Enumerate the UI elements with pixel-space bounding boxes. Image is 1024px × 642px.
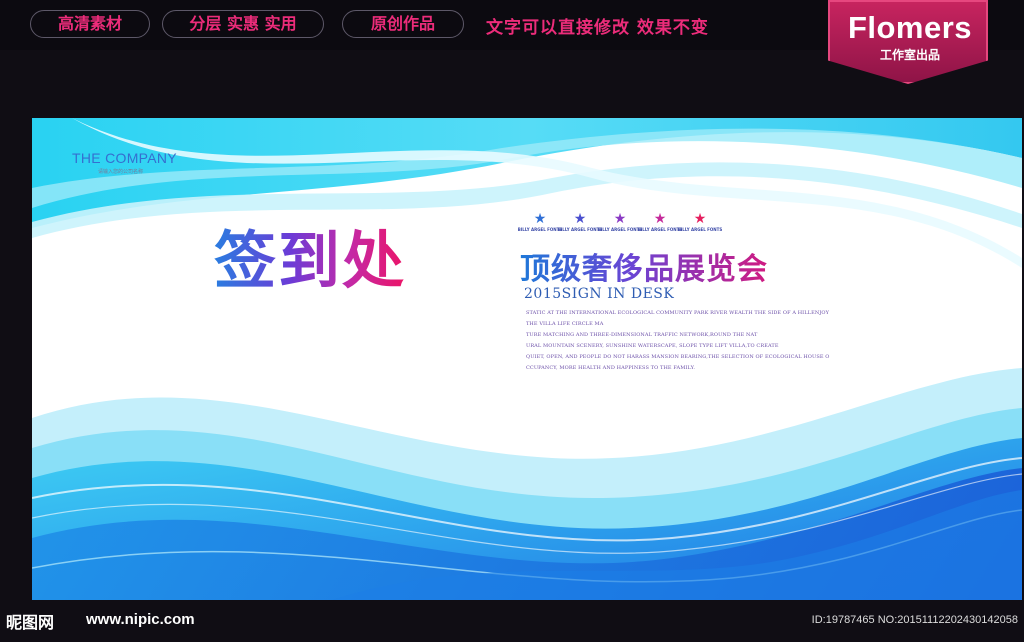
star-label: BILLY ARGEL FONTS	[677, 227, 723, 232]
paragraph-line: THE VILLA LIFE CIRCLE MA	[526, 321, 604, 327]
paragraph-line: STATIC AT THE INTERNATIONAL ECOLOGICAL C…	[526, 310, 830, 316]
watermark-url: www.nipic.com	[86, 611, 195, 628]
sign-in-title: 签到处	[214, 210, 406, 300]
star-badge: ★ BILLY ARGEL FONTS	[676, 212, 724, 232]
paragraph-line: URAL MOUNTAIN SCENERY, SUNSHINE WATERSCA…	[526, 343, 779, 349]
exhibition-title: 顶级奢侈品展览会	[520, 244, 768, 288]
brand-name: Flomers	[847, 10, 973, 45]
paragraph-line: QUIET, OPEN, AND PEOPLE DO NOT HARASS MA…	[526, 354, 830, 360]
company-name: THE COMPANY	[72, 150, 177, 166]
paragraph-line: TURE MATCHING AND THREE-DIMENSIONAL TRAF…	[526, 332, 758, 338]
event-subtitle: 2015SIGN IN DESK	[524, 286, 675, 302]
feature-pill-layered: 分层 实惠 实用	[162, 10, 324, 38]
image-id-text: ID:19787465 NO:20151112202430142058	[811, 614, 1018, 626]
paragraph-line: CCUPANCY, MORE HEALTH AND HAPPINESS TO T…	[526, 365, 696, 371]
star-icon: ★	[693, 211, 707, 227]
brand-badge: Flomers 工作室出品	[828, 0, 988, 84]
feature-pill-original: 原创作品	[342, 10, 464, 38]
brand-subtitle: 工作室出品	[879, 48, 940, 62]
company-subtitle: 请输入您的公司名称	[98, 169, 144, 175]
tagline: 文字可以直接修改 效果不变	[486, 18, 709, 38]
description-paragraph: STATIC AT THE INTERNATIONAL ECOLOGICAL C…	[526, 308, 830, 374]
sign-in-banner: THE COMPANY 请输入您的公司名称 签到处 ★ BILLY ARGEL …	[32, 118, 1022, 600]
star-row: ★ BILLY ARGEL FONTS ★ BILLY ARGEL FONTS …	[518, 212, 726, 234]
watermark-logo: 昵图网	[6, 613, 55, 632]
feature-pill-hd: 高清素材	[30, 10, 150, 38]
